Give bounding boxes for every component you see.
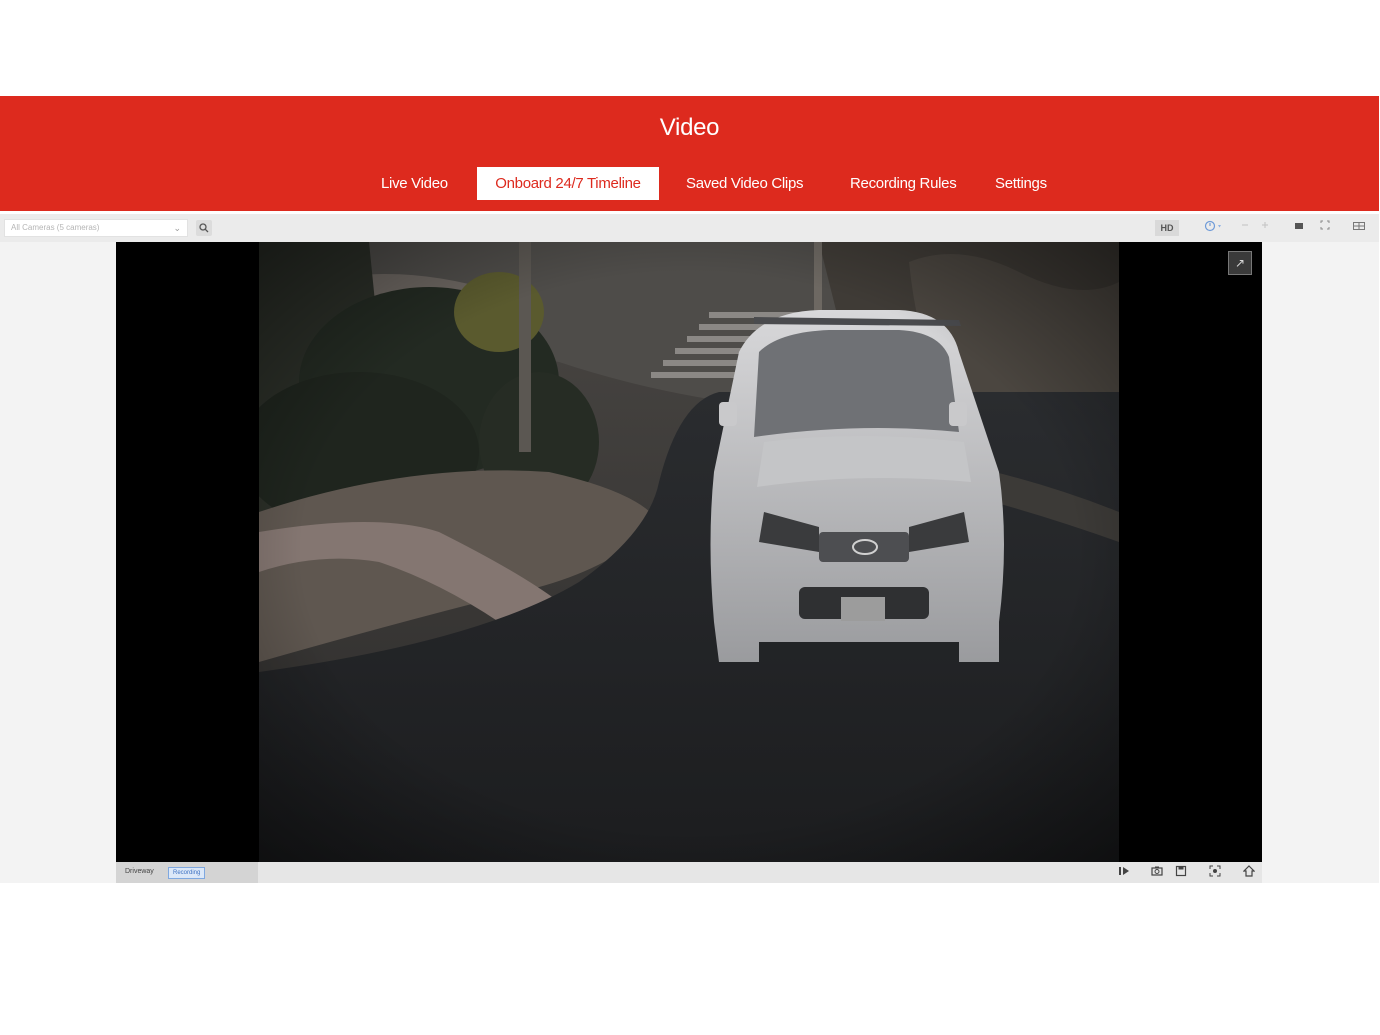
chevron-down-icon: ⌄: [173, 223, 181, 233]
single-view-icon[interactable]: [1292, 220, 1306, 236]
hd-button[interactable]: HD: [1155, 220, 1179, 236]
settings-icon[interactable]: [1241, 865, 1257, 881]
camera-label-area: Driveway Recording: [116, 862, 258, 883]
page-title: Video: [659, 114, 720, 141]
camera-select-value: All Cameras (5 cameras): [11, 223, 100, 232]
tab-recording-rules[interactable]: Recording Rules: [850, 167, 957, 200]
left-gutter: [0, 242, 116, 883]
save-clip-icon[interactable]: [1173, 865, 1189, 881]
snapshot-icon[interactable]: [1149, 865, 1165, 881]
tab-bar: Live Video Onboard 24/7 Timeline Saved V…: [0, 167, 1379, 201]
fullscreen-icon[interactable]: [1318, 220, 1332, 236]
tab-saved-video-clips[interactable]: Saved Video Clips: [686, 167, 804, 200]
active-tab-indicator: [507, 112, 565, 114]
step-back-icon[interactable]: [1238, 220, 1252, 236]
camera-feed-frame: [259, 242, 1119, 862]
tab-settings[interactable]: Settings: [995, 167, 1047, 200]
zoom-icon[interactable]: [1207, 865, 1223, 881]
player-status-bar: Driveway Recording: [116, 862, 1262, 883]
tab-live-video[interactable]: Live Video: [381, 167, 448, 200]
search-icon[interactable]: [196, 220, 212, 236]
timeline-toolbar: All Cameras (5 cameras) ⌄ HD: [0, 214, 1379, 242]
video-player[interactable]: ↗: [116, 242, 1262, 862]
recording-badge: Recording: [168, 867, 206, 879]
grid-view-icon[interactable]: [1352, 220, 1366, 236]
speed-icon[interactable]: [1202, 220, 1226, 236]
camera-select[interactable]: All Cameras (5 cameras) ⌄: [4, 219, 188, 237]
play-pause-icon[interactable]: [1116, 865, 1132, 881]
tab-onboard-timeline[interactable]: Onboard 24/7 Timeline: [477, 167, 659, 200]
right-gutter: [1262, 242, 1379, 883]
camera-name: Driveway: [125, 868, 154, 875]
expand-icon[interactable]: ↗: [1228, 251, 1252, 275]
video-header: Video Live Video Onboard 24/7 Timeline S…: [0, 96, 1379, 211]
step-forward-icon[interactable]: [1258, 220, 1272, 236]
